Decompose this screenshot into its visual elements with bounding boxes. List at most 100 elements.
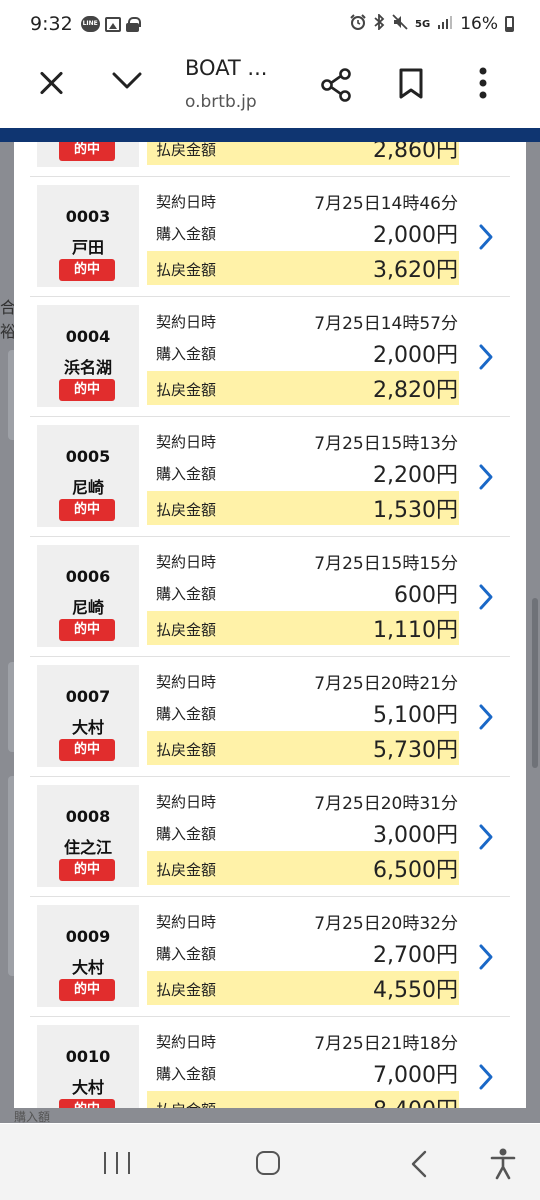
chevron-right-icon[interactable]: [478, 343, 494, 375]
system-nav-bar: [0, 1124, 540, 1200]
contract-time-value: 7月25日14時46分: [314, 194, 458, 214]
chevron-right-icon[interactable]: [478, 463, 494, 495]
payout-value: 2,860円: [373, 142, 458, 163]
payout-label: 払戻金額: [156, 381, 217, 399]
list-item[interactable]: 0007 大村 的中 契約日時 7月25日20時21分 購入金額 5,100円 …: [30, 656, 510, 776]
status-bar: 9:32 LINE 5G 16%: [0, 0, 540, 48]
hit-badge: 的中: [59, 859, 115, 881]
chevron-right-icon[interactable]: [478, 703, 494, 735]
payout-value: 3,620円: [373, 258, 458, 283]
hit-badge: 的中: [59, 379, 115, 401]
signal-icon: [437, 14, 453, 34]
purchase-value: 5,100円: [373, 703, 458, 728]
close-icon[interactable]: [38, 70, 64, 96]
hit-badge: 的中: [59, 979, 115, 1001]
background-scrollbar: [532, 598, 538, 768]
accessibility-icon[interactable]: [490, 1148, 516, 1184]
chevron-right-icon[interactable]: [478, 223, 494, 255]
item-info: 的中: [37, 142, 139, 167]
hit-badge: 的中: [59, 259, 115, 281]
purchase-value: 600円: [394, 583, 458, 608]
payout-value: 6,500円: [373, 858, 458, 883]
list-item[interactable]: 0009 大村 的中 契約日時 7月25日20時32分 購入金額 2,700円 …: [30, 896, 510, 1016]
chevron-right-icon[interactable]: [478, 943, 494, 975]
item-venue: 大村: [71, 958, 104, 977]
item-info: 0004 浜名湖 的中: [37, 305, 139, 407]
purchase-label: 購入金額: [156, 1065, 217, 1083]
purchase-value: 3,000円: [373, 823, 458, 848]
item-info: 0005 尼崎 的中: [37, 425, 139, 527]
item-number: 0006: [65, 567, 111, 586]
contract-time-value: 7月25日20時32分: [314, 914, 458, 934]
item-number: 0003: [65, 207, 111, 226]
back-icon[interactable]: [410, 1150, 428, 1182]
contract-time-value: 7月25日15時13分: [314, 434, 458, 454]
list-item[interactable]: 0003 戸田 的中 契約日時 7月25日14時46分 購入金額 2,000円 …: [30, 176, 510, 296]
purchase-value: 2,000円: [373, 223, 458, 248]
bookmark-icon[interactable]: [398, 68, 424, 104]
item-info: 0010 大村 的中: [37, 1025, 139, 1108]
chevron-right-icon[interactable]: [478, 1063, 494, 1095]
chevron-right-icon[interactable]: [478, 583, 494, 615]
payout-value: 1,110円: [373, 618, 458, 643]
payout-value: 5,730円: [373, 738, 458, 763]
background-header: [0, 128, 540, 142]
contract-time-value: 7月25日15時15分: [314, 554, 458, 574]
chevron-right-icon[interactable]: [478, 823, 494, 855]
payout-value: 8,400円: [373, 1092, 458, 1108]
purchase-value: 2,000円: [373, 343, 458, 368]
status-right: 5G 16%: [350, 12, 514, 34]
list-item-partial[interactable]: 的中 払戻金額 2,860円: [30, 142, 510, 176]
payout-value: 4,550円: [373, 978, 458, 1003]
contract-time-label: 契約日時: [156, 793, 217, 811]
item-venue: 浜名湖: [63, 358, 112, 377]
item-info: 0009 大村 的中: [37, 905, 139, 1007]
item-number: 0007: [65, 687, 111, 706]
list-item[interactable]: 0010 大村 的中 契約日時 7月25日21時18分 購入金額 7,000円 …: [30, 1016, 510, 1108]
item-info: 0003 戸田 的中: [37, 185, 139, 287]
purchase-value: 2,700円: [373, 943, 458, 968]
payout-label: 払戻金額: [156, 261, 217, 279]
background-side-text: 合裕: [0, 298, 14, 341]
payout-label: 払戻金額: [156, 621, 217, 639]
payout-label: 払戻金額: [156, 741, 217, 759]
chevron-down-icon[interactable]: [111, 70, 143, 92]
contract-time-value: 7月25日14時57分: [314, 314, 458, 334]
browser-toolbar: BOAT ... o.brtb.jp: [0, 48, 540, 128]
more-icon[interactable]: [478, 66, 488, 104]
contract-time-value: 7月25日21時18分: [314, 1034, 458, 1054]
contract-time-value: 7月25日20時31分: [314, 794, 458, 814]
purchase-label: 購入金額: [156, 345, 217, 363]
purchase-label: 購入金額: [156, 825, 217, 843]
hit-badge: 的中: [59, 739, 115, 761]
contract-time-label: 契約日時: [156, 553, 217, 571]
recents-icon[interactable]: [104, 1152, 130, 1174]
battery-icon: [505, 16, 514, 32]
item-venue: 大村: [71, 1078, 104, 1097]
list-item[interactable]: 0008 住之江 的中 契約日時 7月25日20時31分 購入金額 3,000円…: [30, 776, 510, 896]
share-icon[interactable]: [320, 68, 352, 106]
hit-badge: 的中: [59, 142, 115, 161]
purchase-value: 2,200円: [373, 463, 458, 488]
page-url[interactable]: o.brtb.jp: [185, 92, 257, 112]
list-item[interactable]: 0005 尼崎 的中 契約日時 7月25日15時13分 購入金額 2,200円 …: [30, 416, 510, 536]
network-type: 5G: [415, 18, 431, 30]
payout-label: 払戻金額: [156, 501, 217, 519]
results-modal[interactable]: 的中 払戻金額 2,860円 0003 戸田 的中 契約日時 7月25日14時4…: [14, 142, 526, 1108]
bluetooth-icon: [373, 12, 385, 34]
item-number: 0009: [65, 927, 111, 946]
item-info: 0007 大村 的中: [37, 665, 139, 767]
payout-label: 払戻金額: [156, 1099, 216, 1108]
home-icon[interactable]: [256, 1151, 280, 1175]
hit-badge: 的中: [59, 1099, 115, 1108]
alarm-icon: [350, 14, 366, 34]
payout-value: 2,820円: [373, 378, 458, 403]
item-venue: 尼崎: [71, 478, 104, 497]
battery-percent: 16%: [460, 14, 498, 34]
item-number: 0008: [65, 807, 111, 826]
list-item[interactable]: 0006 尼崎 的中 契約日時 7月25日15時15分 購入金額 600円 払戻…: [30, 536, 510, 656]
purchase-label: 購入金額: [156, 705, 217, 723]
contract-time-label: 契約日時: [156, 193, 217, 211]
list-item[interactable]: 0004 浜名湖 的中 契約日時 7月25日14時57分 購入金額 2,000円…: [30, 296, 510, 416]
purchase-label: 購入金額: [156, 225, 217, 243]
